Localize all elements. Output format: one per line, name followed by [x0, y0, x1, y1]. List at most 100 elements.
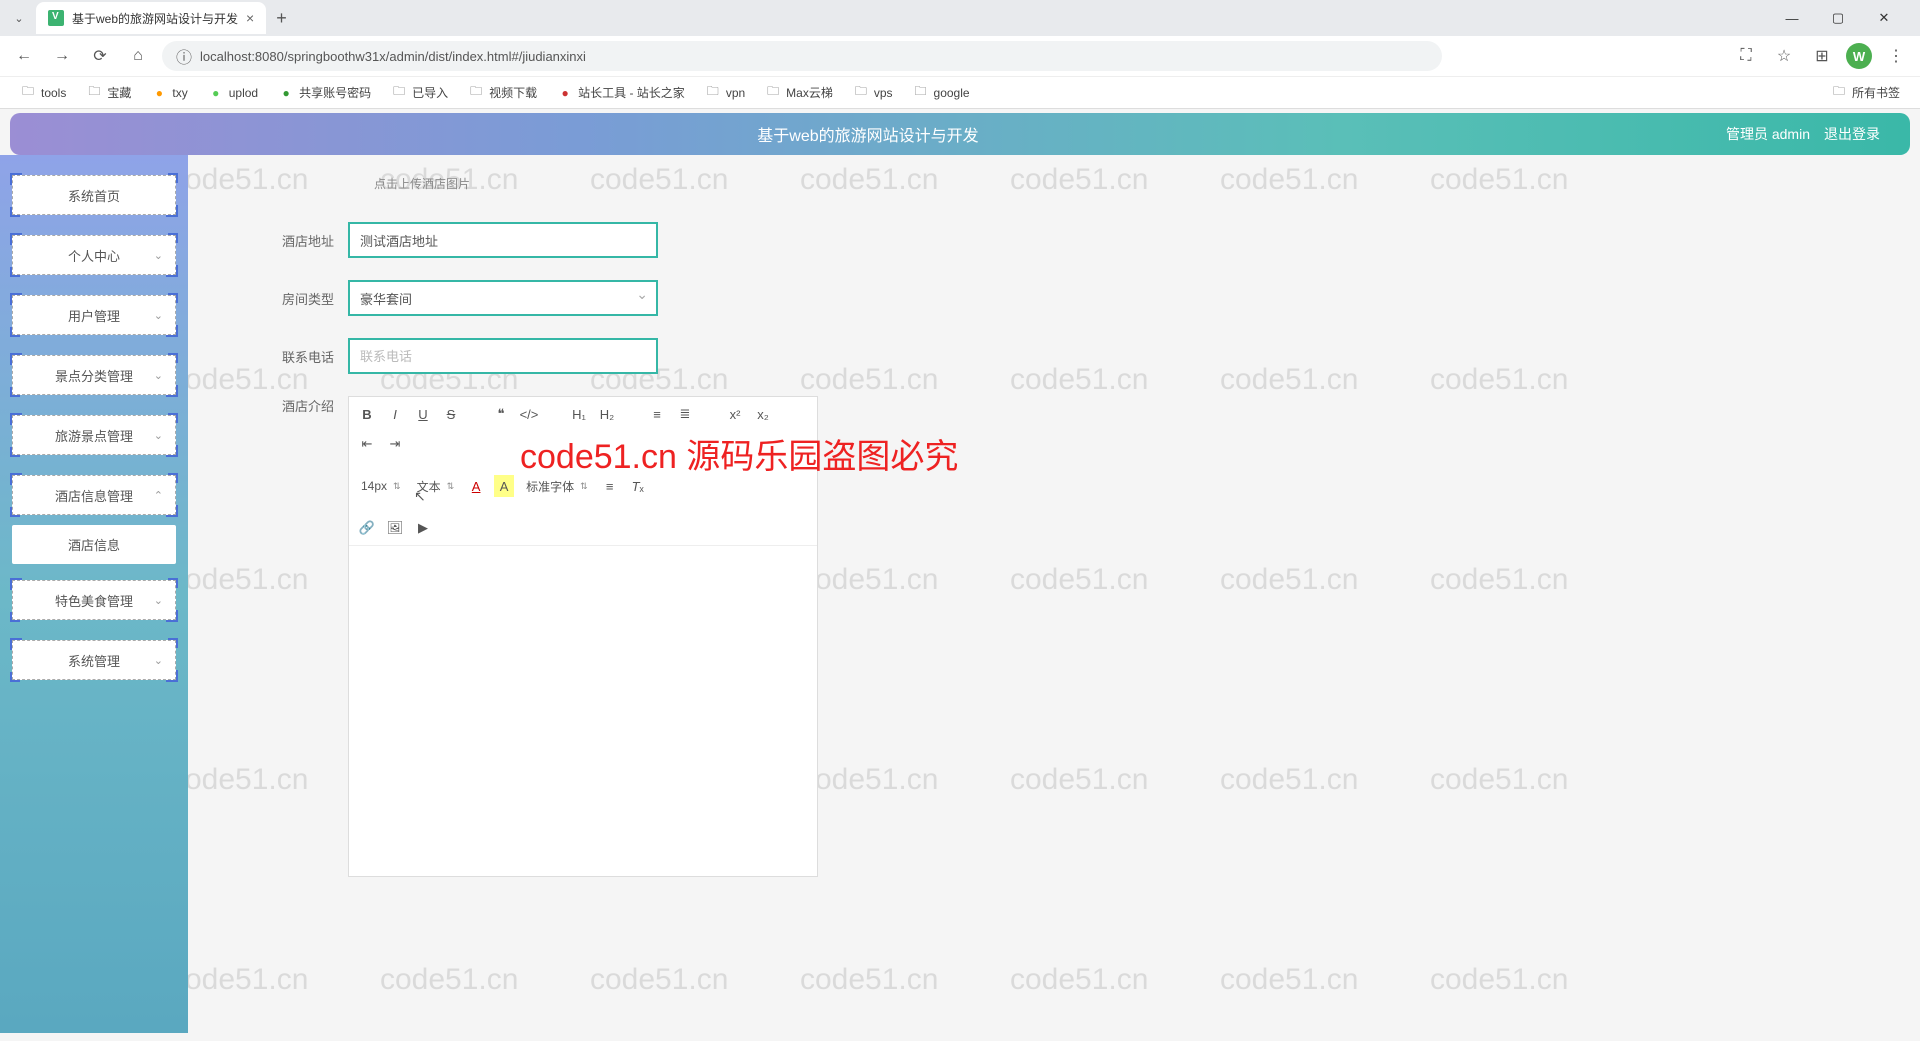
sidebar-item-label: 酒店信息管理: [55, 486, 133, 505]
phone-input[interactable]: [348, 338, 658, 374]
menu-icon[interactable]: ⋮: [1882, 42, 1910, 70]
italic-icon[interactable]: I: [385, 403, 405, 425]
strike-icon[interactable]: S: [441, 403, 461, 425]
sidebar-item-3[interactable]: 景点分类管理 ⌄: [12, 355, 176, 395]
tab-search-icon[interactable]: ⌄: [8, 7, 30, 29]
logout-link[interactable]: 退出登录: [1824, 124, 1880, 144]
browser-tab[interactable]: 基于web的旅游网站设计与开发 ×: [36, 2, 266, 34]
room-type-select[interactable]: [348, 280, 658, 316]
browser-chrome: ⌄ 基于web的旅游网站设计与开发 × + — ▢ ✕ ← → ⟳ ⌂ ⓘ lo…: [0, 0, 1920, 109]
all-bookmarks[interactable]: 🗀 所有书签: [1823, 80, 1908, 105]
close-window-button[interactable]: ✕: [1870, 4, 1898, 32]
folder-icon: 🗀: [913, 85, 929, 101]
site-info-icon[interactable]: ⓘ: [176, 44, 192, 68]
minimize-button[interactable]: —: [1778, 4, 1806, 32]
window-controls: — ▢ ✕: [1778, 4, 1912, 32]
subscript-icon[interactable]: x₂: [753, 403, 773, 425]
h2-icon[interactable]: H₂: [597, 403, 617, 425]
bookmark-bar: 🗀tools🗀宝藏●txy●uplod●共享账号密码🗀已导入🗀视频下载●站长工具…: [0, 76, 1920, 108]
sidebar-item-2[interactable]: 用户管理⌄: [12, 295, 176, 335]
sidebar: 系统首页个人中心⌄用户管理⌄景点分类管理⌄旅游景点管理⌄酒店信息管理⌃酒店信息特…: [0, 155, 188, 1033]
sidebar-item-6[interactable]: 特色美食管理⌄: [12, 580, 176, 620]
profile-avatar[interactable]: W: [1846, 43, 1872, 69]
folder-icon: 🗀: [20, 85, 36, 101]
code-icon[interactable]: </>: [519, 403, 539, 425]
ordered-list-icon[interactable]: ≡: [647, 403, 667, 425]
font-size-select[interactable]: 14px: [357, 479, 405, 493]
app-viewport: code51.cncode51.cncode51.cncode51.cncode…: [0, 113, 1920, 1041]
link-icon[interactable]: 🔗: [357, 517, 377, 539]
bookmark-item[interactable]: 🗀tools: [12, 80, 74, 105]
font-family-select[interactable]: 标准字体: [522, 478, 592, 495]
bookmark-star-icon[interactable]: ☆: [1770, 42, 1798, 70]
page-title: 基于web的旅游网站设计与开发: [10, 122, 1726, 146]
folder-icon: 🗀: [391, 85, 407, 101]
sidebar-item-7[interactable]: 系统管理⌄: [12, 640, 176, 680]
upload-hint[interactable]: 点击上传酒店图片: [374, 175, 1890, 192]
reload-button[interactable]: ⟳: [86, 42, 114, 70]
bookmark-item[interactable]: 🗀宝藏: [78, 80, 139, 105]
indent-icon[interactable]: ⇥: [385, 433, 405, 455]
outdent-icon[interactable]: ⇤: [357, 433, 377, 455]
superscript-icon[interactable]: x²: [725, 403, 745, 425]
bookmark-item[interactable]: 🗀已导入: [383, 80, 456, 105]
bookmark-item[interactable]: ●txy: [143, 80, 195, 105]
sidebar-item-1[interactable]: 个人中心⌄: [12, 235, 176, 275]
tab-title: 基于web的旅游网站设计与开发: [72, 10, 238, 27]
extensions-icon[interactable]: ⊞: [1808, 42, 1836, 70]
favicon: [48, 10, 64, 26]
bg-color-icon[interactable]: A: [494, 475, 514, 497]
install-icon[interactable]: ⛶: [1732, 42, 1760, 70]
underline-icon[interactable]: U: [413, 403, 433, 425]
folder-icon: 🗀: [853, 85, 869, 101]
forward-button[interactable]: →: [48, 42, 76, 70]
new-tab-button[interactable]: +: [276, 8, 287, 29]
sidebar-subitem-active[interactable]: 酒店信息: [12, 525, 176, 564]
chevron-down-icon: ⌄: [154, 654, 163, 667]
chevron-down-icon: ⌄: [154, 429, 163, 442]
app-header: 基于web的旅游网站设计与开发 管理员 admin 退出登录: [10, 113, 1910, 155]
chevron-down-icon: ⌄: [154, 369, 163, 382]
clear-format-icon[interactable]: Tₓ: [628, 475, 648, 497]
tab-close-icon[interactable]: ×: [246, 10, 254, 26]
chevron-down-icon: ⌄: [154, 309, 163, 322]
bookmark-item[interactable]: 🗀Max云梯: [757, 80, 841, 105]
unordered-list-icon[interactable]: ≣: [675, 403, 695, 425]
site-icon: ●: [278, 85, 294, 101]
sidebar-item-4[interactable]: 旅游景点管理⌄: [12, 415, 176, 455]
form-area: 点击上传酒店图片 酒店地址 房间类型 联系电话 酒店介绍 B: [188, 155, 1920, 1033]
bookmark-item[interactable]: 🗀google: [905, 80, 978, 105]
sidebar-item-label: 景点分类管理: [55, 366, 133, 385]
align-icon[interactable]: ≡: [600, 475, 620, 497]
site-icon: ●: [557, 85, 573, 101]
sidebar-item-5[interactable]: 酒店信息管理⌃: [12, 475, 176, 515]
intro-label: 酒店介绍: [218, 396, 348, 415]
h1-icon[interactable]: H₁: [569, 403, 589, 425]
bookmark-item[interactable]: ●共享账号密码: [270, 80, 379, 105]
folder-icon: 🗀: [86, 85, 102, 101]
home-button[interactable]: ⌂: [124, 42, 152, 70]
bold-icon[interactable]: B: [357, 403, 377, 425]
bookmark-item[interactable]: ●uplod: [200, 80, 266, 105]
video-icon[interactable]: ▶: [413, 517, 433, 539]
bookmark-item[interactable]: 🗀vps: [845, 80, 901, 105]
sidebar-item-0[interactable]: 系统首页: [12, 175, 176, 215]
bookmark-item[interactable]: 🗀vpn: [697, 80, 753, 105]
editor-content[interactable]: [349, 546, 817, 876]
bookmark-item[interactable]: 🗀视频下载: [460, 80, 545, 105]
address-input[interactable]: [348, 222, 658, 258]
folder-icon: 🗀: [1831, 85, 1847, 101]
bookmark-item[interactable]: ●站长工具 - 站长之家: [549, 80, 693, 105]
maximize-button[interactable]: ▢: [1824, 4, 1852, 32]
quote-icon[interactable]: ❝: [491, 403, 511, 425]
chevron-down-icon: ⌄: [154, 249, 163, 262]
url-input[interactable]: ⓘ localhost:8080/springboothw31x/admin/d…: [162, 41, 1442, 71]
site-icon: ●: [208, 85, 224, 101]
phone-label: 联系电话: [218, 347, 348, 366]
sidebar-item-label: 特色美食管理: [55, 591, 133, 610]
font-color-icon[interactable]: A: [466, 475, 486, 497]
image-icon[interactable]: 🖼: [385, 517, 405, 539]
folder-icon: 🗀: [765, 85, 781, 101]
room-type-label: 房间类型: [218, 289, 348, 308]
back-button[interactable]: ←: [10, 42, 38, 70]
